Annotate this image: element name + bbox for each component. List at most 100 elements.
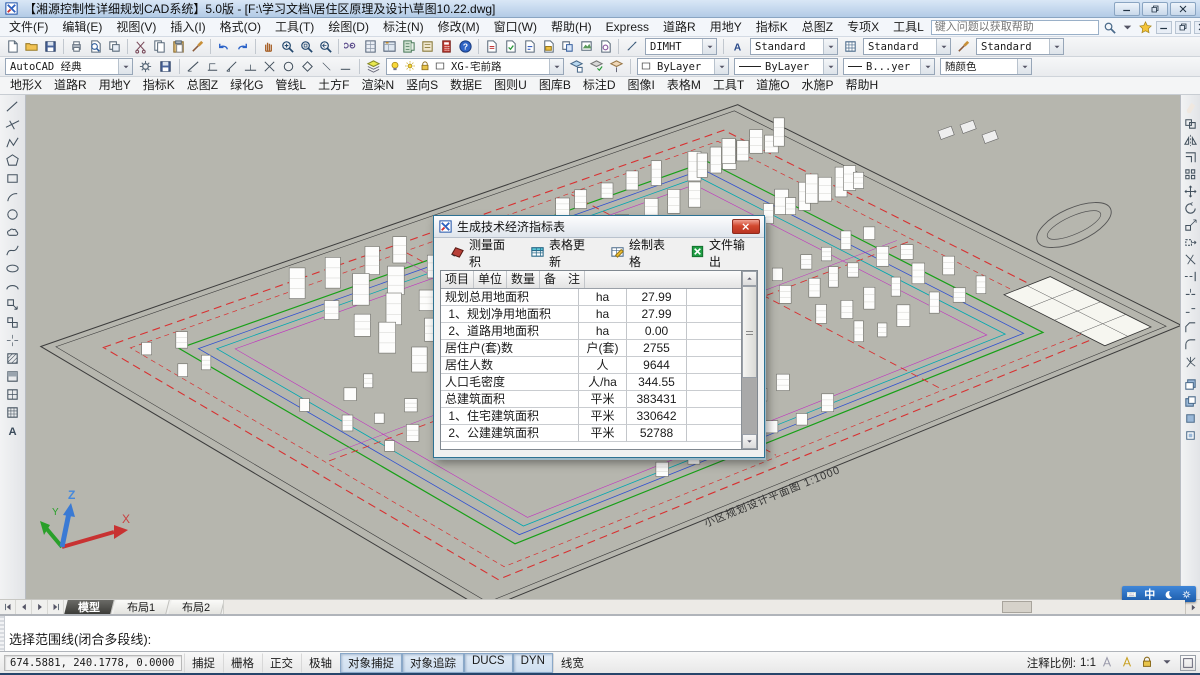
array-tool[interactable] — [1182, 166, 1199, 182]
osnap-center-button[interactable] — [279, 58, 298, 75]
menu-item[interactable]: 道路R — [656, 18, 703, 36]
ellipse-arc-tool[interactable] — [4, 278, 22, 295]
clean-screen-button[interactable] — [1180, 655, 1196, 671]
extend-tool[interactable] — [1182, 268, 1199, 284]
table-row[interactable]: 2、公建建筑面积 平米 52788 — [441, 425, 757, 442]
rotate-tool[interactable] — [1182, 200, 1199, 216]
color-combo[interactable]: ByLayer — [637, 58, 729, 75]
layer-color-swatch[interactable] — [434, 60, 447, 73]
menu-item[interactable]: 专项X — [840, 18, 886, 36]
plugin-menu-item[interactable]: 绿化G — [224, 77, 269, 94]
workspace-combo[interactable]: AutoCAD 经典 — [5, 58, 133, 75]
erase-tool[interactable] — [1182, 98, 1199, 114]
table-row[interactable]: 居住人数 人 9644 — [441, 357, 757, 374]
first-tab-icon[interactable] — [0, 600, 16, 614]
table-scrollbar[interactable] — [741, 271, 757, 449]
layer-combo[interactable]: XG-宅前路 — [386, 58, 564, 75]
status-toggle[interactable]: DYN — [513, 653, 553, 673]
doc-minimize-button[interactable] — [1156, 21, 1172, 34]
last-tab-icon[interactable] — [48, 600, 64, 614]
menu-item[interactable]: 标注(N) — [376, 18, 431, 36]
favorites-star-icon[interactable] — [1138, 20, 1153, 35]
chevron-down-icon[interactable] — [702, 39, 716, 54]
status-toggle[interactable]: 栅格 — [223, 653, 262, 673]
plugin-menu-item[interactable]: 帮助H — [840, 77, 885, 94]
construction-line-tool[interactable] — [4, 116, 22, 133]
menu-item[interactable]: 工具(T) — [268, 18, 321, 36]
chevron-down-icon[interactable] — [549, 59, 563, 74]
layer-properties-tool[interactable] — [364, 58, 383, 75]
text-style-tool[interactable]: A — [728, 38, 747, 55]
copy-tool[interactable] — [1182, 115, 1199, 131]
plugin-menu-item[interactable]: 道施O — [750, 77, 795, 94]
make-block-tool[interactable] — [4, 314, 22, 331]
cut-button[interactable] — [131, 38, 150, 55]
open-file-button[interactable] — [22, 38, 41, 55]
help-button[interactable]: ? — [456, 38, 475, 55]
tool-palettes-button[interactable] — [399, 38, 418, 55]
close-button[interactable] — [1170, 2, 1196, 16]
status-toggle[interactable]: 线宽 — [553, 653, 592, 673]
menu-item[interactable]: 用地Y — [703, 18, 749, 36]
ellipse-tool[interactable] — [4, 260, 22, 277]
text-tool[interactable]: A — [4, 422, 22, 439]
scroll-right-icon[interactable] — [1185, 600, 1200, 614]
match-properties-button[interactable] — [188, 38, 207, 55]
moon-icon[interactable] — [1163, 589, 1174, 600]
table-row[interactable]: 居住户(套)数 户(套) 2755 — [441, 340, 757, 357]
new-file-button[interactable] — [3, 38, 22, 55]
workspace-settings-tool[interactable] — [136, 58, 155, 75]
table-tool[interactable] — [4, 404, 22, 421]
menu-item[interactable]: 格式(O) — [213, 18, 268, 36]
chevron-down-icon[interactable] — [823, 39, 837, 54]
sheet-set-manager-button[interactable] — [418, 38, 437, 55]
status-toggle[interactable]: 对象捕捉 — [340, 653, 402, 673]
menu-item[interactable]: 视图(V) — [109, 18, 163, 36]
ime-settings-gear-icon[interactable] — [1181, 589, 1192, 600]
status-toggle[interactable]: DUCS — [464, 653, 513, 673]
menu-item[interactable]: 插入(I) — [163, 18, 212, 36]
menu-item[interactable]: 帮助(H) — [544, 18, 599, 36]
layer-isolate-tool[interactable] — [607, 58, 626, 75]
etransmit-button[interactable] — [482, 38, 501, 55]
chevron-down-icon[interactable] — [936, 39, 950, 54]
chamfer-tool[interactable] — [1182, 319, 1199, 335]
osnap-midpoint-button[interactable] — [241, 58, 260, 75]
plugin-menu-item[interactable]: 指标K — [137, 77, 181, 94]
dim-text-style-combo[interactable]: DIMHT — [645, 38, 717, 55]
scroll-down-icon[interactable] — [742, 434, 757, 449]
break-tool[interactable] — [1182, 302, 1199, 318]
search-dropdown-icon[interactable] — [1120, 20, 1135, 35]
polygon-tool[interactable] — [4, 152, 22, 169]
break-at-point-tool[interactable] — [1182, 285, 1199, 301]
table-row[interactable]: 总建筑面积 平米 383431 — [441, 391, 757, 408]
annotation-visibility-icon[interactable] — [1100, 655, 1116, 671]
plugin-menu-item[interactable]: 总图Z — [181, 77, 224, 94]
layer-on-bulb-icon[interactable] — [389, 60, 402, 73]
status-toggle[interactable]: 正交 — [262, 653, 301, 673]
send-to-back-tool[interactable] — [1182, 393, 1199, 409]
next-tab-icon[interactable] — [32, 600, 48, 614]
measure-area-button[interactable]: 测量面积 — [446, 233, 512, 273]
menu-item[interactable]: 绘图(D) — [321, 18, 376, 36]
mirror-tool[interactable] — [1182, 132, 1199, 148]
dim-style-manager-tool[interactable] — [841, 38, 860, 55]
plugin-menu-item[interactable]: 竖向S — [400, 77, 444, 94]
hscroll-thumb[interactable] — [1002, 601, 1032, 613]
previous-tab-icon[interactable] — [16, 600, 32, 614]
text-style-combo[interactable]: Standard — [750, 38, 838, 55]
pan-button[interactable] — [259, 38, 278, 55]
command-window[interactable]: 选择范围线(闭合多段线): — [0, 614, 1200, 652]
annotation-scale-value[interactable]: 1:1 — [1080, 657, 1096, 669]
menu-item[interactable]: 修改(M) — [431, 18, 487, 36]
region-tool[interactable] — [4, 386, 22, 403]
status-toggle[interactable]: 对象追踪 — [402, 653, 464, 673]
plot-preview-button[interactable] — [86, 38, 105, 55]
plugin-menu-item[interactable]: 水施P — [796, 77, 840, 94]
zoom-window-button[interactable] — [297, 38, 316, 55]
plugin-menu-item[interactable]: 图则U — [488, 77, 533, 94]
osnap-endpoint-button[interactable] — [222, 58, 241, 75]
osnap-nearest-button[interactable] — [336, 58, 355, 75]
layout-tab[interactable]: 模型 — [64, 600, 114, 614]
osnap-intersection-button[interactable] — [260, 58, 279, 75]
